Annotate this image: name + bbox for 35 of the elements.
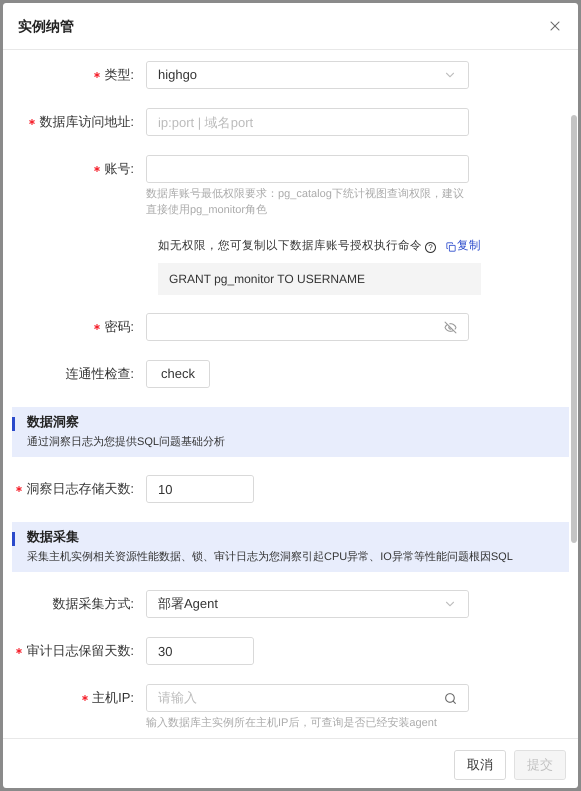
section-title: 数据洞察 bbox=[27, 413, 80, 431]
field-hint: 输入数据库主实例所在主机IP后，可查询是否已经安装agent bbox=[146, 716, 438, 731]
search-icon[interactable] bbox=[444, 692, 457, 704]
copy-icon[interactable] bbox=[446, 242, 456, 252]
dialog-title: 实例纳管 bbox=[18, 16, 74, 36]
field-label: 洞察日志存储天数: bbox=[26, 480, 134, 498]
field-hint: 数据库账号最低权限要求：pg_catalog下统计视图查询权限，建议直接使用pg_monitor角色 bbox=[146, 186, 465, 218]
select-field[interactable]: highgo bbox=[146, 61, 469, 89]
accent-bar bbox=[12, 417, 15, 431]
field-label: 数据库访问地址: bbox=[39, 113, 134, 132]
number-field[interactable]: 10 bbox=[146, 475, 254, 503]
select-field[interactable]: 部署Agent bbox=[146, 590, 469, 618]
field-label: 连通性检查: bbox=[65, 365, 134, 384]
field-label: 数据采集方式: bbox=[52, 595, 134, 614]
command-box: GRANT pg_monitor TO USERNAME bbox=[158, 263, 481, 295]
check-button[interactable]: check bbox=[146, 360, 210, 388]
section-description: 通过洞察日志为您提供SQL问题基础分析 bbox=[27, 434, 226, 450]
field-label: 审计日志保留天数: bbox=[26, 642, 134, 660]
text-field[interactable] bbox=[146, 155, 469, 183]
field-label: 账号: bbox=[104, 160, 134, 178]
eye-off-icon[interactable] bbox=[444, 320, 457, 334]
section-description: 采集主机实例相关资源性能数据、锁、审计日志为您洞察引起CPU异常、IO异常等性能问题根因SQL bbox=[27, 550, 514, 565]
scrollbar[interactable] bbox=[571, 115, 577, 543]
copy-link[interactable]: 复制 bbox=[446, 238, 481, 256]
cancel-button[interactable]: 取消 bbox=[454, 750, 506, 780]
section-title: 数据采集 bbox=[27, 528, 80, 546]
permission-note: 如无权限，您可复制以下数据库账号授权执行命令 bbox=[158, 238, 422, 254]
password-field[interactable] bbox=[146, 313, 469, 341]
text-field[interactable]: ip:port | 域名port bbox=[146, 108, 469, 136]
help-icon[interactable]: ? bbox=[425, 242, 436, 252]
field-label: 类型: bbox=[104, 66, 134, 84]
accent-bar bbox=[12, 532, 15, 546]
number-field[interactable]: 30 bbox=[146, 637, 254, 665]
field-label: 密码: bbox=[104, 318, 134, 336]
field-label: 主机IP: bbox=[92, 689, 134, 708]
